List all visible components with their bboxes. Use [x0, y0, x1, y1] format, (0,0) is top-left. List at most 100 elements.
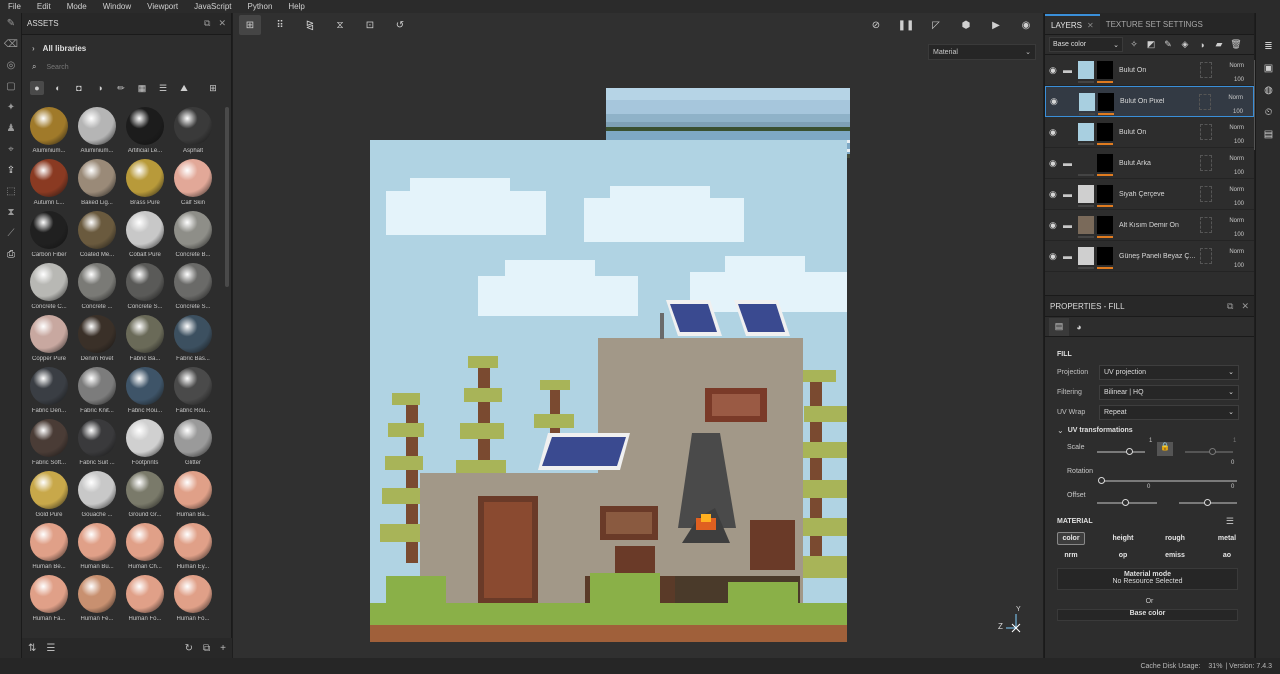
material-item[interactable]: Human Ey... — [170, 523, 216, 573]
library-selector[interactable]: › All libraries — [22, 39, 231, 57]
material-item[interactable]: Carbon Fiber — [26, 211, 72, 261]
opacity-value[interactable]: 100 — [1229, 228, 1244, 242]
material-ball-icon[interactable]: ◕ — [1069, 318, 1089, 336]
tab-texture-set-settings[interactable]: TEXTURE SET SETTINGS — [1100, 14, 1209, 34]
picker-icon[interactable]: ⌖ — [0, 139, 22, 160]
eye-icon[interactable]: ◉ — [1049, 65, 1061, 76]
layer-blend[interactable]: Norm 100 — [1229, 214, 1244, 242]
material-item[interactable]: Human Ch... — [122, 523, 168, 573]
layers-dock-icon[interactable]: ≣ — [1256, 35, 1280, 57]
smart-mask-filter-icon[interactable]: ◘ — [72, 81, 86, 95]
add-paint-layer-icon[interactable]: ✎ — [1162, 39, 1174, 50]
material-item[interactable]: Human Fo... — [122, 575, 168, 625]
close-icon[interactable]: ✕ — [1241, 301, 1249, 312]
bake-icon[interactable]: ⇪ — [0, 160, 22, 181]
history-icon[interactable]: ↺ — [389, 15, 411, 35]
menu-file[interactable]: File — [0, 2, 29, 11]
new-window-icon[interactable]: ⧉ — [203, 643, 210, 654]
material-item[interactable]: Concrete B... — [170, 211, 216, 261]
layer-effect-slot[interactable] — [1200, 124, 1212, 140]
layer-effect-slot[interactable] — [1200, 155, 1212, 171]
camera-video-icon[interactable]: ▶ — [985, 15, 1007, 35]
material-item[interactable]: Fabric Rou... — [170, 367, 216, 417]
material-item[interactable]: Gouache ... — [74, 471, 120, 521]
chip-nrm[interactable]: nrm — [1057, 549, 1085, 562]
material-item[interactable]: Autumn L... — [26, 159, 72, 209]
opacity-value[interactable]: 100 — [1229, 73, 1244, 87]
close-icon[interactable]: ✕ — [1087, 21, 1094, 30]
chip-rough[interactable]: rough — [1161, 532, 1189, 545]
texture-filter-icon[interactable]: ▦ — [135, 81, 149, 95]
smudge-icon[interactable]: ✦ — [0, 97, 22, 118]
add-folder-icon[interactable]: ▰ — [1213, 39, 1225, 50]
projection-icon[interactable]: ◎ — [0, 55, 22, 76]
chip-ao[interactable]: ao — [1213, 549, 1241, 562]
material-item[interactable]: Human Bu... — [74, 523, 120, 573]
material-item[interactable]: Copper Pure — [26, 315, 72, 365]
uvwrap-select[interactable]: Repeat ⌄ — [1099, 404, 1239, 420]
shader-settings-icon[interactable]: ◍ — [1256, 79, 1280, 101]
eye-icon[interactable]: ◉ — [1049, 127, 1061, 138]
layer-row[interactable]: ◉ ▬ Alt Kısım Demir Ön Norm 100 — [1045, 210, 1254, 241]
material-item[interactable]: Glitter — [170, 419, 216, 469]
layer-blend[interactable]: Norm 100 — [1229, 59, 1244, 87]
layer-row[interactable]: ◉ ▬ Güneş Paneli Beyaz Ç... Norm 100 — [1045, 241, 1254, 272]
viewport-mode-select[interactable]: Material ⌄ — [928, 44, 1036, 60]
layer-blend[interactable]: Norm 100 — [1229, 183, 1244, 211]
list-icon[interactable]: ☰ — [46, 643, 55, 654]
eye-icon[interactable]: ◉ — [1049, 189, 1061, 200]
menu-edit[interactable]: Edit — [29, 2, 59, 11]
layer-row[interactable]: ◉ ▬ Bulut Ön Norm 100 — [1045, 55, 1254, 86]
refresh-icon[interactable]: ↻ — [185, 643, 193, 654]
menu-viewport[interactable]: Viewport — [139, 2, 186, 11]
mirror-icon[interactable]: ⧖ — [329, 15, 351, 35]
blend-mode[interactable]: Norm — [1228, 91, 1243, 105]
environment-filter-icon[interactable]: ⛰ — [177, 81, 191, 95]
add-effect-icon[interactable]: ✧ — [1128, 39, 1140, 50]
undock-icon[interactable]: ⧉ — [204, 18, 210, 29]
menu-window[interactable]: Window — [95, 2, 139, 11]
material-item[interactable]: Human Fa... — [26, 575, 72, 625]
blend-mode[interactable]: Norm — [1229, 152, 1244, 166]
measure-icon[interactable]: ⟋ — [0, 223, 22, 244]
add-icon[interactable]: + — [220, 643, 226, 654]
layer-effect-slot[interactable] — [1200, 217, 1212, 233]
material-item[interactable]: Baked Lig... — [74, 159, 120, 209]
scale-knob[interactable] — [1126, 448, 1133, 455]
material-item[interactable]: Concrete S... — [170, 263, 216, 313]
eye-icon[interactable]: ◉ — [1049, 220, 1061, 231]
chip-emiss[interactable]: emiss — [1161, 549, 1189, 562]
material-item[interactable]: Denim Rivet — [74, 315, 120, 365]
material-item[interactable]: Fabric Den... — [26, 367, 72, 417]
pause-icon[interactable]: ❚❚ — [895, 15, 917, 35]
export-icon[interactable]: ⎙ — [0, 244, 22, 265]
layer-row[interactable]: ◉ Bulut Ön Pixel Norm 100 — [1045, 86, 1254, 117]
smart-material-filter-icon[interactable]: ◐ — [51, 81, 65, 95]
offset-knob-u[interactable] — [1122, 499, 1129, 506]
material-item[interactable]: Concrete ... — [74, 263, 120, 313]
layer-effect-slot[interactable] — [1200, 62, 1212, 78]
add-fill-layer-icon[interactable]: ◈ — [1179, 39, 1191, 50]
layer-blend[interactable]: Norm 100 — [1229, 152, 1244, 180]
layer-row[interactable]: ◉ ▬ Siyah Çerçeve Norm 100 — [1045, 179, 1254, 210]
material-item[interactable]: Aluminium... — [74, 107, 120, 157]
material-item[interactable]: Human Be... — [26, 523, 72, 573]
rotation-knob[interactable] — [1098, 477, 1105, 484]
layer-effect-slot[interactable] — [1200, 248, 1212, 264]
projection-select[interactable]: UV projection ⌄ — [1099, 364, 1239, 380]
chip-color[interactable]: color — [1057, 532, 1085, 545]
material-item[interactable]: Fabric Rou... — [122, 367, 168, 417]
layer-row[interactable]: ◉ ▬ Bulut Arka Norm 100 — [1045, 148, 1254, 179]
assets-scrollbar[interactable] — [225, 107, 229, 287]
material-item[interactable]: Asphalt — [170, 107, 216, 157]
material-item[interactable]: Fabric Knit... — [74, 367, 120, 417]
material-item[interactable]: Human Fo... — [170, 575, 216, 625]
display-3d-icon[interactable]: ⬢ — [955, 15, 977, 35]
opacity-value[interactable]: 100 — [1229, 197, 1244, 211]
chip-op[interactable]: op — [1109, 549, 1137, 562]
material-item[interactable]: Fabric Suit ... — [74, 419, 120, 469]
material-item[interactable]: Calf Skin — [170, 159, 216, 209]
brush-filter-icon[interactable]: ✏ — [114, 81, 128, 95]
eye-icon[interactable]: ◉ — [1049, 158, 1061, 169]
material-item[interactable]: Footprints — [122, 419, 168, 469]
